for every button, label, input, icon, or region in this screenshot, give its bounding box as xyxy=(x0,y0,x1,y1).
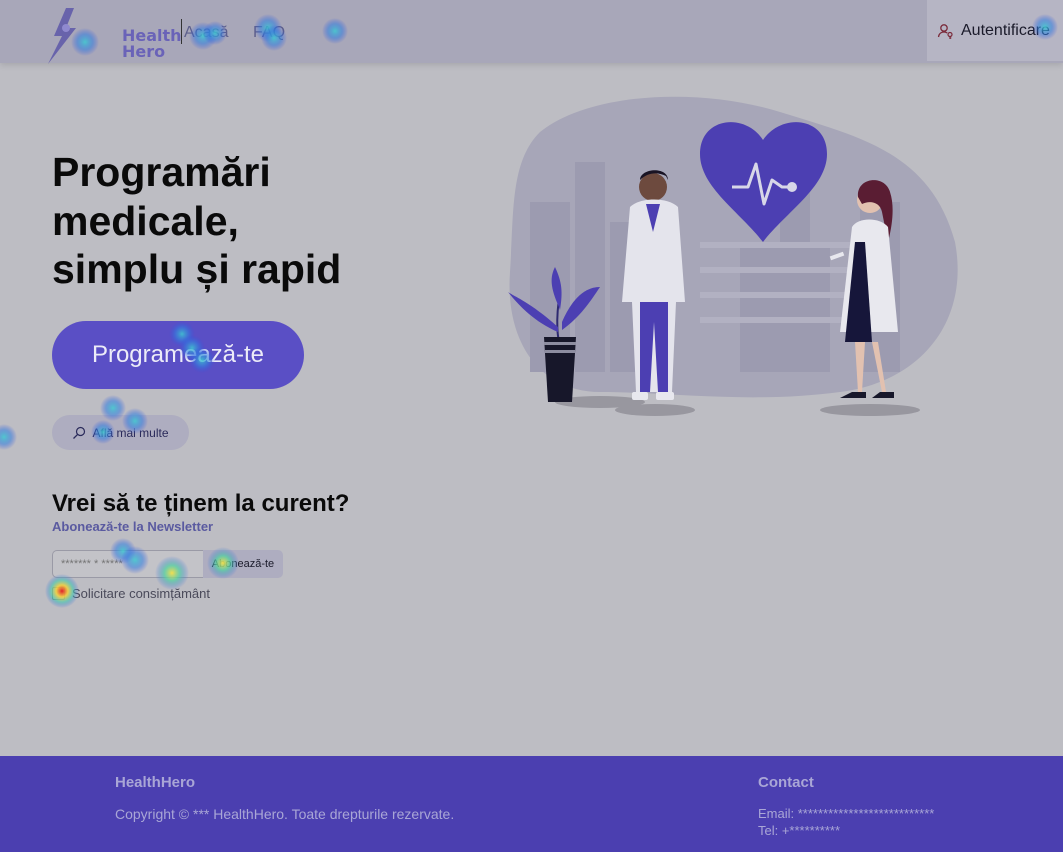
footer-copyright: Copyright © *** HealthHero. Toate dreptu… xyxy=(115,806,455,822)
book-appointment-button[interactable]: Programează-te xyxy=(52,321,304,389)
login-button[interactable]: Autentificare xyxy=(927,0,1063,61)
logo-line-2: Hero xyxy=(122,42,166,61)
learn-more-button[interactable]: Află mai multe xyxy=(52,415,189,450)
newsletter-email-input[interactable] xyxy=(52,550,203,578)
user-key-icon xyxy=(937,23,953,39)
consent-label: Solicitare consimțământ xyxy=(72,586,210,601)
search-icon xyxy=(73,426,86,439)
nav-link-faq[interactable]: FAQ xyxy=(253,24,285,42)
consent-row: Solicitare consimțământ xyxy=(52,586,210,601)
nav-link-home[interactable]: Acasă xyxy=(184,24,228,42)
login-label: Autentificare xyxy=(961,21,1050,39)
newsletter-title: Vrei să te ținem la curent? xyxy=(52,490,350,517)
newsletter-subtitle: Abonează-te la Newsletter xyxy=(52,519,214,534)
logo-wordmark: Health Hero xyxy=(122,28,182,60)
subscribe-button[interactable]: Abonează-te xyxy=(203,550,283,578)
consent-checkbox[interactable] xyxy=(52,587,65,600)
logo-icon xyxy=(48,8,76,64)
hero-title-line-2: medicale, xyxy=(52,197,239,244)
logo[interactable]: Health Hero xyxy=(44,6,182,64)
doctors-illustration xyxy=(508,96,958,416)
hero-title-line-3: simplu și rapid xyxy=(52,246,342,292)
learn-more-label: Află mai multe xyxy=(92,425,169,440)
footer-brand: HealthHero xyxy=(115,774,196,791)
hero-title-line-1: Programări xyxy=(52,149,271,195)
footer-contact-title: Contact xyxy=(758,774,814,791)
footer-phone: Tel: +********** xyxy=(758,823,841,838)
footer-email: Email: *************************** xyxy=(758,806,935,821)
nav-cursor xyxy=(181,19,182,44)
top-navbar: Health Hero Acasă FAQ Autentificare xyxy=(0,0,1063,64)
footer: HealthHero Copyright © *** HealthHero. T… xyxy=(0,756,1063,852)
hero-title: Programări medicale, simplu și rapid xyxy=(52,148,452,294)
